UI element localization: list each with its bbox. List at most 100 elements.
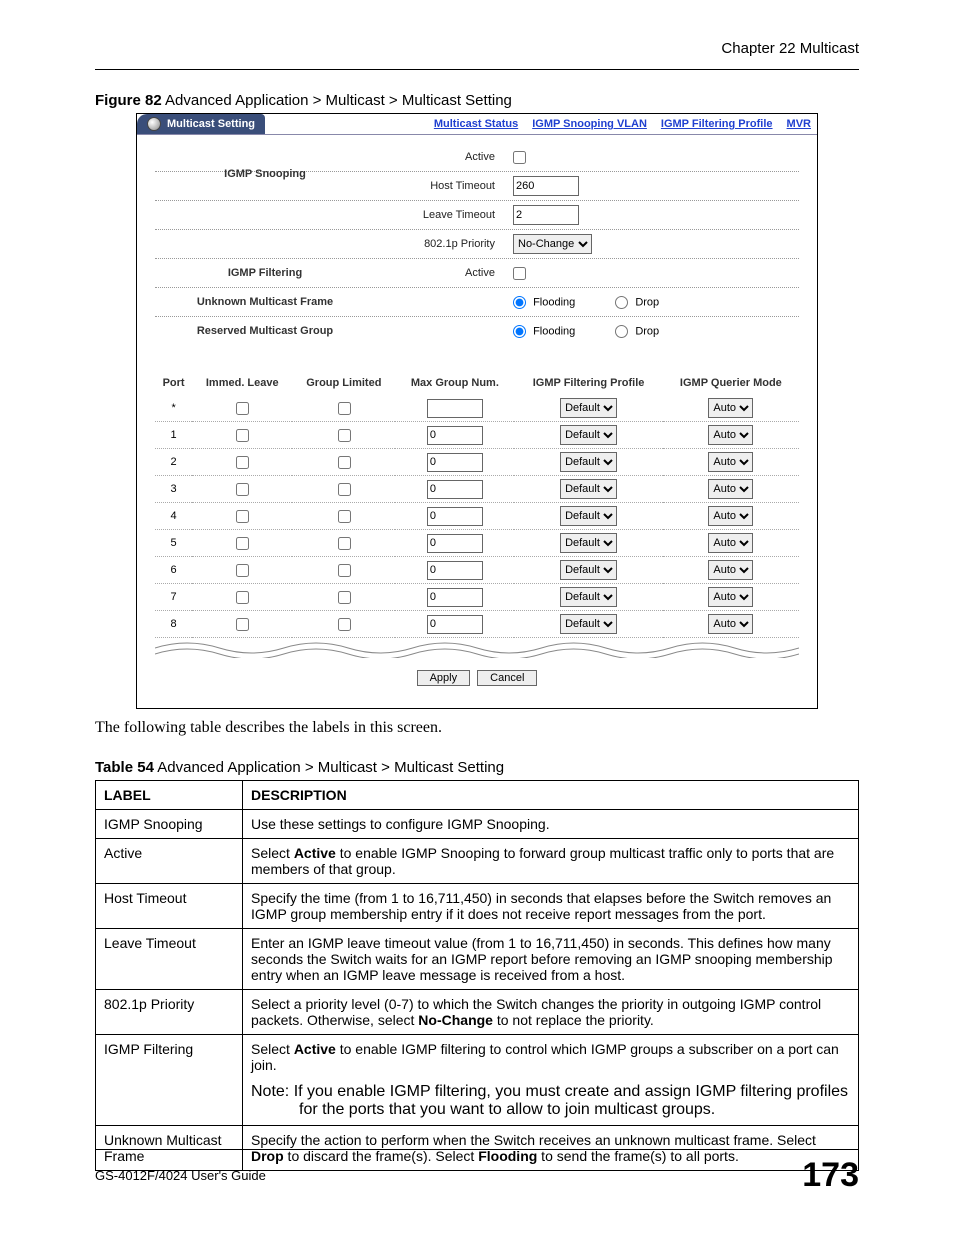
table-row: 4 Default Auto [155, 503, 799, 530]
figure-title: Advanced Application > Multicast > Multi… [162, 92, 512, 109]
checkbox-group-limited[interactable] [338, 483, 351, 496]
checkbox-immed-leave[interactable] [236, 456, 249, 469]
table-row: IGMP FilteringSelect Active to enable IG… [96, 1035, 859, 1126]
chapter-header: Chapter 22 Multicast [95, 40, 859, 57]
label-active: Active [375, 151, 513, 163]
cancel-button[interactable]: Cancel [477, 670, 537, 686]
cell-label: Leave Timeout [96, 929, 243, 990]
checkbox-group-limited[interactable] [338, 537, 351, 550]
group-label-igmp-snooping-text: IGMP Snooping [155, 168, 375, 180]
checkbox-group-limited[interactable] [338, 591, 351, 604]
cell-label: 802.1p Priority [96, 990, 243, 1035]
select-igmp-filtering-profile[interactable]: Default [560, 506, 617, 526]
figure-number: Figure 82 [95, 92, 162, 109]
input-max-group-num[interactable] [427, 399, 483, 418]
select-igmp-querier-mode[interactable]: Auto [708, 452, 753, 472]
table-row: 2 Default Auto [155, 449, 799, 476]
radio-reserved-drop[interactable]: Drop [615, 325, 659, 338]
input-leave-timeout[interactable] [513, 205, 579, 225]
select-igmp-filtering-profile[interactable]: Default [560, 587, 617, 607]
select-igmp-querier-mode[interactable]: Auto [708, 614, 753, 634]
checkbox-immed-leave[interactable] [236, 429, 249, 442]
cell-port: 3 [155, 476, 192, 503]
checkbox-immed-leave[interactable] [236, 510, 249, 523]
radio-unknown-drop[interactable]: Drop [615, 296, 659, 309]
checkbox-immed-leave[interactable] [236, 591, 249, 604]
select-igmp-querier-mode[interactable]: Auto [708, 560, 753, 580]
select-igmp-querier-mode[interactable]: Auto [708, 479, 753, 499]
checkbox-immed-leave[interactable] [236, 402, 249, 415]
cell-label: Active [96, 839, 243, 884]
checkbox-igmp-filtering-active[interactable] [513, 267, 526, 280]
cell-description: Select a priority level (0-7) to which t… [243, 990, 859, 1035]
footer-guide-name: GS-4012F/4024 User's Guide [95, 1168, 266, 1183]
cell-description: Select Active to enable IGMP Snooping to… [243, 839, 859, 884]
header-rule [95, 69, 859, 70]
apply-button[interactable]: Apply [417, 670, 471, 686]
checkbox-group-limited[interactable] [338, 618, 351, 631]
settings-form: Active IGMP Snooping Host Timeout Leave … [137, 135, 817, 708]
input-max-group-num[interactable] [427, 507, 483, 526]
multicast-setting-screenshot: Multicast Setting Multicast Status IGMP … [136, 113, 818, 709]
select-8021p-priority[interactable]: No-Change [513, 234, 592, 254]
link-multicast-status[interactable]: Multicast Status [434, 118, 518, 130]
cell-label: IGMP Filtering [96, 1035, 243, 1126]
input-max-group-num[interactable] [427, 426, 483, 445]
radio-reserved-flooding[interactable]: Flooding [513, 325, 575, 338]
cell-description: Select Active to enable IGMP filtering t… [243, 1035, 859, 1126]
checkbox-group-limited[interactable] [338, 510, 351, 523]
cell-label: IGMP Snooping [96, 810, 243, 839]
input-max-group-num[interactable] [427, 588, 483, 607]
table-row: *DefaultAuto [155, 395, 799, 422]
th-port: Port [155, 371, 192, 395]
checkbox-igmp-snooping-active[interactable] [513, 151, 526, 164]
group-label-reserved-multicast: Reserved Multicast Group [155, 325, 375, 337]
tab-multicast-setting[interactable]: Multicast Setting [137, 114, 265, 134]
row-igmp-filtering: IGMP Filtering Active [155, 259, 799, 288]
radio-unknown-flooding[interactable]: Flooding [513, 296, 575, 309]
select-igmp-querier-mode[interactable]: Auto [708, 587, 753, 607]
select-igmp-filtering-profile[interactable]: Default [560, 425, 617, 445]
checkbox-group-limited[interactable] [338, 429, 351, 442]
select-igmp-querier-mode[interactable]: Auto [708, 425, 753, 445]
checkbox-immed-leave[interactable] [236, 537, 249, 550]
table-row: 3 Default Auto [155, 476, 799, 503]
footer-rule [95, 1149, 859, 1150]
cell-port: 4 [155, 503, 192, 530]
checkbox-immed-leave[interactable] [236, 564, 249, 577]
select-igmp-querier-mode[interactable]: Auto [708, 398, 753, 418]
table-row: 802.1p PrioritySelect a priority level (… [96, 990, 859, 1035]
cell-port: 5 [155, 530, 192, 557]
input-max-group-num[interactable] [427, 615, 483, 634]
input-max-group-num[interactable] [427, 453, 483, 472]
select-igmp-filtering-profile[interactable]: Default [560, 614, 617, 634]
select-igmp-querier-mode[interactable]: Auto [708, 533, 753, 553]
th-description: DESCRIPTION [243, 781, 859, 810]
table-row: IGMP SnoopingUse these settings to confi… [96, 810, 859, 839]
cell-port: 2 [155, 449, 192, 476]
input-host-timeout[interactable] [513, 176, 579, 196]
checkbox-immed-leave[interactable] [236, 618, 249, 631]
cell-port: 6 [155, 557, 192, 584]
checkbox-group-limited[interactable] [338, 402, 351, 415]
cell-port: 1 [155, 422, 192, 449]
row-unknown-multicast-frame: Unknown Multicast Frame Flooding Drop [155, 288, 799, 317]
input-max-group-num[interactable] [427, 480, 483, 499]
input-max-group-num[interactable] [427, 534, 483, 553]
checkbox-immed-leave[interactable] [236, 483, 249, 496]
select-igmp-filtering-profile[interactable]: Default [560, 479, 617, 499]
select-igmp-filtering-profile[interactable]: Default [560, 398, 617, 418]
select-igmp-filtering-profile[interactable]: Default [560, 452, 617, 472]
row-8021p-priority: 802.1p Priority No-Change [155, 230, 799, 259]
th-immed-leave: Immed. Leave [192, 371, 292, 395]
link-mvr[interactable]: MVR [787, 118, 811, 130]
checkbox-group-limited[interactable] [338, 564, 351, 577]
checkbox-group-limited[interactable] [338, 456, 351, 469]
select-igmp-querier-mode[interactable]: Auto [708, 506, 753, 526]
input-max-group-num[interactable] [427, 561, 483, 580]
label-leave-timeout: Leave Timeout [375, 209, 513, 221]
link-igmp-snooping-vlan[interactable]: IGMP Snooping VLAN [532, 118, 647, 130]
select-igmp-filtering-profile[interactable]: Default [560, 533, 617, 553]
select-igmp-filtering-profile[interactable]: Default [560, 560, 617, 580]
link-igmp-filtering-profile[interactable]: IGMP Filtering Profile [661, 118, 773, 130]
